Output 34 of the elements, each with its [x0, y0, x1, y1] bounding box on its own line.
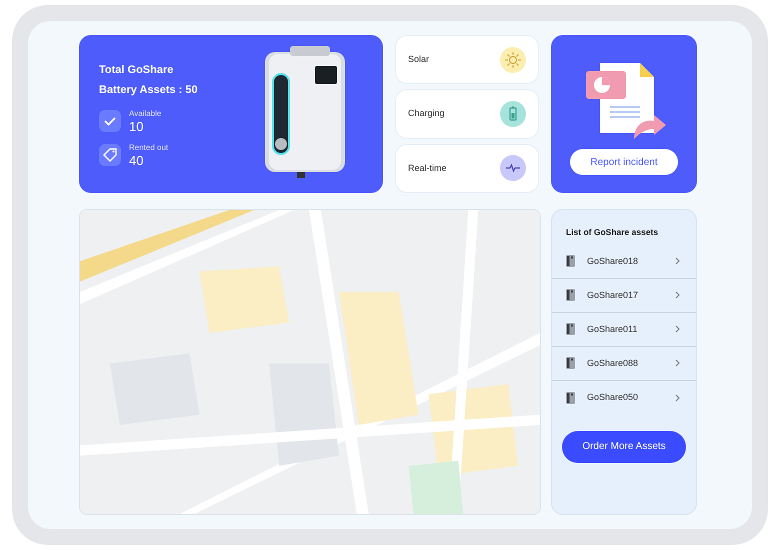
- battery-unit-icon: [566, 255, 575, 268]
- asset-name: GoShare017: [587, 288, 640, 302]
- asset-row[interactable]: GoShare011: [552, 312, 696, 347]
- asset-row[interactable]: GoShare017: [552, 278, 696, 313]
- asset-row[interactable]: GoShare050: [552, 380, 696, 415]
- chevron-right-icon: [675, 325, 680, 334]
- battery-unit-icon: [566, 392, 575, 404]
- asset-name: GoShare088: [587, 356, 640, 370]
- feature-label: Solar: [408, 52, 430, 66]
- summary-subtitle: Battery Assets : 50: [99, 83, 198, 98]
- order-more-assets-button[interactable]: Order More Assets: [562, 430, 686, 463]
- asset-name: GoShare050: [587, 391, 640, 404]
- stat-label: Rented out: [129, 142, 168, 154]
- asset-name: GoShare018: [587, 254, 640, 268]
- asset-name: GoShare011: [587, 322, 638, 336]
- stat-value: 40: [129, 154, 144, 168]
- stat-label: Available: [129, 108, 162, 120]
- chevron-right-icon: [675, 257, 680, 266]
- tag-icon: [99, 144, 121, 166]
- battery-unit-icon: [566, 323, 575, 336]
- assets-title: List of GoShare assets: [565, 226, 660, 239]
- feature-label: Real-time: [408, 162, 447, 175]
- stat-value: 10: [129, 120, 144, 134]
- feature-label: Charging: [408, 107, 445, 120]
- chevron-right-icon: [675, 359, 680, 368]
- chevron-right-icon: [675, 291, 680, 300]
- report-incident-button[interactable]: Report incident: [570, 149, 678, 175]
- summary-title: Total GoShare: [99, 63, 174, 78]
- check-icon: [99, 110, 121, 132]
- chevron-right-icon: [675, 394, 680, 402]
- asset-row[interactable]: GoShare018: [552, 244, 696, 279]
- battery-unit-icon: [566, 289, 575, 302]
- asset-row[interactable]: GoShare088: [552, 346, 696, 381]
- battery-unit-icon: [566, 357, 575, 370]
